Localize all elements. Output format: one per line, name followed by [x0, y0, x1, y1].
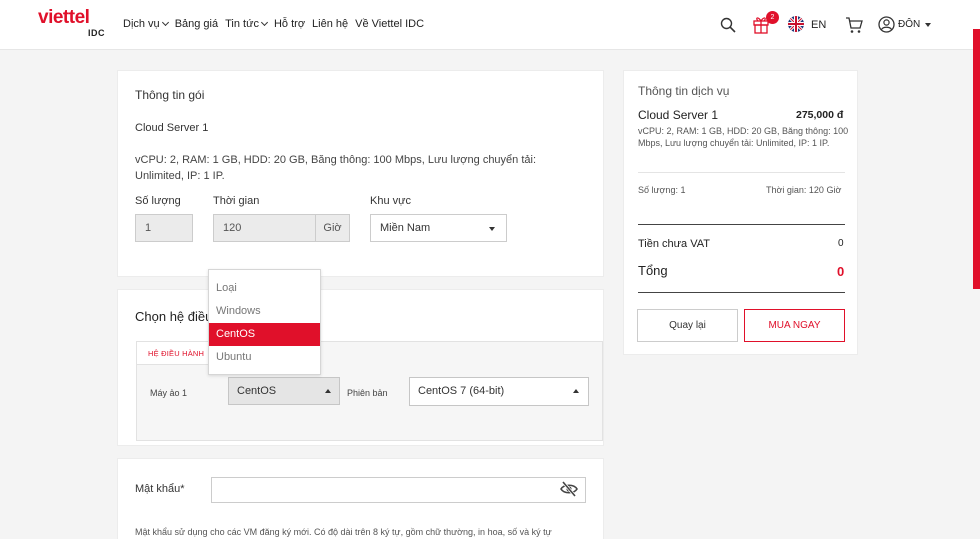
summary-duration: Thời gian: 120 Giờ — [766, 185, 842, 195]
service-summary-card: Thông tin dịch vụ Cloud Server 1 275,000… — [623, 70, 858, 355]
caret-down-icon — [489, 227, 495, 231]
pre-vat-label: Tiền chưa VAT — [638, 238, 710, 250]
nav-item-contact[interactable]: Liên hệ — [312, 18, 348, 30]
nav-label: Bảng giá — [174, 18, 219, 30]
package-name: Cloud Server 1 — [135, 122, 209, 134]
vm-label: Máy ảo 1 — [150, 388, 188, 398]
password-card: Mật khẩu* Mật khẩu sử dụng cho các VM đă… — [117, 458, 604, 539]
os-selection-card: Chọn hệ điều HỆ ĐIỀU HÀNH Máy ảo 1 CentO… — [117, 289, 604, 446]
tab-operating-system[interactable]: HỆ ĐIỀU HÀNH — [137, 342, 212, 365]
password-label: Mật khẩu* — [135, 483, 185, 495]
chevron-down-icon — [260, 18, 269, 27]
viettel-idc-logo[interactable]: viettel IDC — [38, 7, 110, 41]
os-section-title: Chọn hệ điều — [135, 309, 213, 324]
gift-count-badge: 2 — [766, 11, 779, 24]
summary-title: Thông tin dịch vụ — [638, 84, 730, 98]
nav-item-pricing[interactable]: Bảng giá — [175, 18, 218, 30]
nav-item-news[interactable]: Tin tức — [225, 18, 269, 30]
duration-field[interactable]: 120 — [213, 214, 316, 242]
dropdown-option-type[interactable]: Loại — [209, 277, 320, 300]
total-value: 0 — [837, 264, 845, 279]
password-input[interactable] — [211, 477, 586, 503]
dropdown-option-ubuntu[interactable]: Ubuntu — [209, 346, 320, 369]
top-header: viettel IDC Dịch vụ Bảng giá Tin tức Hỗ … — [0, 0, 980, 50]
caret-up-icon — [573, 389, 579, 393]
region-label: Khu vực — [370, 195, 411, 207]
os-version-value: CentOS 7 (64-bit) — [418, 385, 505, 397]
quantity-label: Số lượng — [135, 195, 181, 207]
nav-label: Dịch vụ — [123, 18, 160, 30]
nav-item-about[interactable]: Về Viettel IDC — [355, 18, 424, 30]
total-label: Tổng — [638, 263, 668, 278]
os-type-dropdown: Loại Windows CentOS Ubuntu — [208, 269, 321, 375]
user-name[interactable]: ĐÔN — [898, 19, 920, 30]
buy-now-button[interactable]: MUA NGAY — [744, 309, 845, 342]
nav-item-services[interactable]: Dịch vụ — [123, 18, 169, 30]
search-icon[interactable] — [720, 17, 736, 33]
page-scrollbar[interactable] — [973, 29, 980, 289]
language-switch[interactable]: EN — [811, 19, 826, 31]
caret-down-icon[interactable] — [925, 23, 931, 27]
divider — [638, 172, 845, 173]
region-value: Miền Nam — [380, 222, 431, 234]
divider — [638, 224, 845, 225]
main-nav: Dịch vụ Bảng giá Tin tức Hỗ trợ Liên hệ … — [123, 18, 424, 30]
nav-label: Về Viettel IDC — [355, 18, 425, 30]
user-avatar-icon[interactable] — [878, 16, 895, 33]
os-type-select[interactable]: CentOS — [228, 377, 340, 405]
dropdown-option-windows[interactable]: Windows — [209, 300, 320, 323]
pre-vat-value: 0 — [838, 238, 844, 249]
package-section-title: Thông tin gói — [135, 88, 205, 102]
logo-sub: IDC — [88, 28, 105, 38]
quantity-field[interactable]: 1 — [135, 214, 193, 242]
os-type-value: CentOS — [237, 385, 277, 397]
os-version-select[interactable]: CentOS 7 (64-bit) — [409, 377, 589, 406]
nav-item-support[interactable]: Hỗ trợ — [274, 18, 305, 30]
caret-up-icon — [325, 389, 331, 393]
divider — [638, 292, 845, 293]
password-hint: Mật khẩu sử dụng cho các VM đăng ký mới.… — [135, 527, 552, 537]
package-info-card: Thông tin gói Cloud Server 1 vCPU: 2, RA… — [117, 70, 604, 277]
nav-label: Liên hệ — [312, 18, 349, 30]
summary-price: 275,000 đ — [796, 109, 844, 121]
package-description: vCPU: 2, RAM: 1 GB, HDD: 20 GB, Băng thô… — [135, 154, 537, 182]
duration-unit: Giờ — [316, 214, 350, 242]
version-label: Phiên bản — [347, 388, 388, 398]
eye-slash-icon[interactable] — [560, 481, 578, 497]
summary-product-name: Cloud Server 1 — [638, 108, 719, 122]
cart-icon[interactable] — [845, 16, 863, 34]
summary-quantity: Số lượng: 1 — [638, 185, 686, 195]
logo-brand: viettel — [38, 7, 90, 28]
nav-label: Hỗ trợ — [273, 18, 306, 30]
uk-flag-icon[interactable] — [788, 16, 804, 32]
os-panel: HỆ ĐIỀU HÀNH Máy ảo 1 CentOS Phiên bản C… — [136, 341, 603, 441]
duration-label: Thời gian — [213, 195, 260, 207]
chevron-down-icon — [161, 18, 169, 27]
region-select[interactable]: Miền Nam — [370, 214, 507, 242]
summary-description: vCPU: 2, RAM: 1 GB, HDD: 20 GB, Băng thô… — [638, 126, 849, 148]
dropdown-option-centos[interactable]: CentOS — [209, 323, 320, 346]
back-button[interactable]: Quay lại — [637, 309, 738, 342]
nav-label: Tin tức — [225, 18, 259, 30]
